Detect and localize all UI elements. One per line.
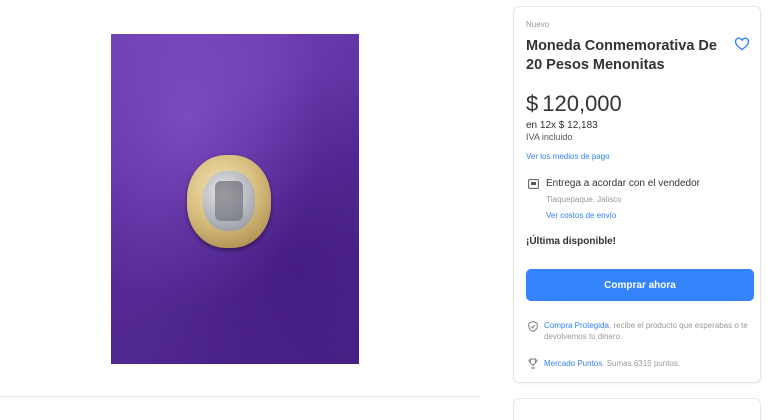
- installments: en 12x $ 12,183: [526, 120, 598, 131]
- protection-link[interactable]: Compra Protegida: [544, 321, 609, 330]
- price: $ 120,000: [526, 91, 622, 117]
- coin-image: [187, 155, 271, 248]
- gallery-divider: [0, 396, 480, 397]
- points-link[interactable]: Mercado Puntos: [544, 359, 602, 368]
- payment-methods-link[interactable]: Ver los medios de pago: [526, 152, 610, 161]
- shipping-costs-link[interactable]: Ver costos de envío: [546, 211, 616, 220]
- coin-center: [203, 171, 255, 231]
- shipping-location: Tlaquepaque, Jalisco: [546, 195, 622, 204]
- trophy-icon: [528, 358, 538, 369]
- protection-text: Compra Protegida, recibe el producto que…: [544, 320, 754, 342]
- heart-outline-icon[interactable]: [734, 36, 750, 52]
- points-description: . Sumas 6315 puntos.: [602, 359, 681, 368]
- price-amount: 120,000: [542, 91, 622, 116]
- product-title: Moneda Conmemorativa De 20 Pesos Menonit…: [526, 38, 717, 73]
- buy-now-button[interactable]: Comprar ahora: [526, 269, 754, 301]
- shield-check-icon: [528, 321, 538, 332]
- next-card: [513, 398, 761, 420]
- product-photo[interactable]: [111, 34, 359, 364]
- tax-note: IVA incluido: [526, 132, 573, 142]
- truck-icon: [528, 179, 539, 189]
- product-card: Nuevo Moneda Conmemorativa De 20 Pesos M…: [513, 6, 761, 383]
- shipping-title: Entrega a acordar con el vendedor: [546, 178, 700, 189]
- points-text: Mercado Puntos. Sumas 6315 puntos.: [544, 359, 680, 368]
- stock-label: ¡Última disponible!: [526, 236, 616, 247]
- condition-label: Nuevo: [526, 20, 550, 29]
- price-currency: $: [526, 91, 539, 116]
- coin-detail: [215, 181, 243, 221]
